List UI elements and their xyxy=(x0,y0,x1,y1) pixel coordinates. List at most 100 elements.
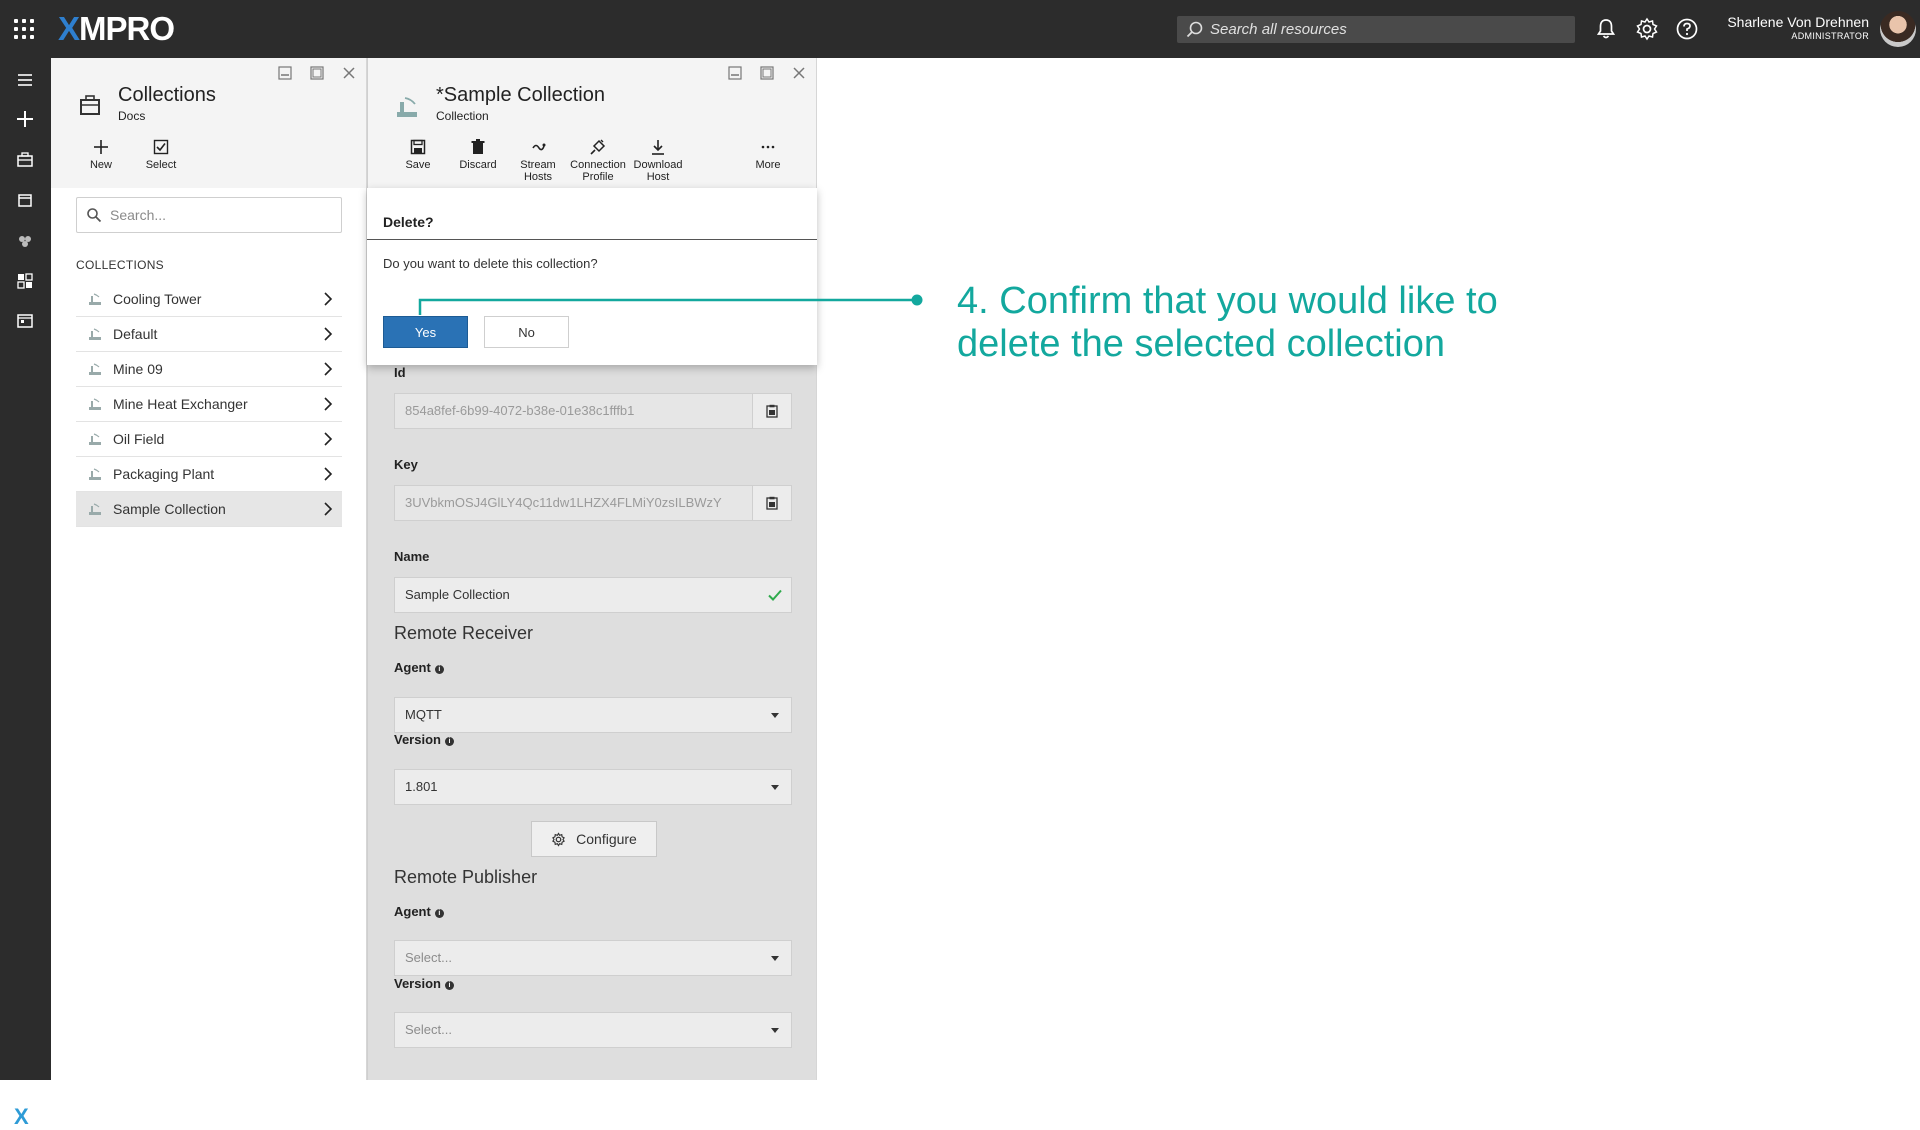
collections-panel-header: Collections Docs New Select xyxy=(51,58,366,188)
calendar-icon[interactable] xyxy=(13,188,37,212)
info-icon: i xyxy=(444,981,454,990)
annotation-line-2: delete the selected collection xyxy=(957,323,1445,365)
publisher-agent-label: Agent i xyxy=(394,904,444,919)
dropdown-caret-icon xyxy=(771,1028,779,1033)
receiver-agent-select[interactable]: MQTT xyxy=(394,697,792,733)
collections-window-controls xyxy=(276,64,358,82)
name-field[interactable]: Sample Collection xyxy=(394,577,792,613)
list-item[interactable]: Cooling Tower xyxy=(76,282,342,317)
plus-icon xyxy=(94,140,108,154)
settings-gear-icon[interactable] xyxy=(1634,16,1660,42)
collections-search[interactable] xyxy=(76,197,342,233)
save-icon xyxy=(410,139,426,155)
download-icon xyxy=(652,140,664,155)
xmpro-mini-logo: X xyxy=(14,1104,29,1129)
maximize-icon[interactable] xyxy=(758,64,776,82)
list-item[interactable]: Default xyxy=(76,317,342,352)
info-icon: i xyxy=(434,665,444,674)
notification-bell-icon[interactable] xyxy=(1593,16,1619,42)
receiver-agent-label: Agent i xyxy=(394,660,444,675)
dropdown-caret-icon xyxy=(771,956,779,961)
connection-profile-button[interactable]: Connection Profile xyxy=(568,138,628,183)
valid-check-icon xyxy=(768,589,782,601)
apps-window-icon[interactable] xyxy=(13,309,37,333)
info-icon: i xyxy=(444,737,454,746)
select-button[interactable]: Select xyxy=(131,138,191,171)
configure-button[interactable]: Configure xyxy=(531,821,657,857)
info-icon: i xyxy=(434,909,444,918)
yes-button[interactable]: Yes xyxy=(383,316,468,348)
save-button[interactable]: Save xyxy=(388,138,448,171)
close-icon[interactable] xyxy=(340,64,358,82)
chevron-right-icon xyxy=(324,467,333,481)
stream-hosts-button[interactable]: Stream Hosts xyxy=(508,138,568,183)
receiver-version-label: Version i xyxy=(394,732,454,747)
search-placeholder: Search all resources xyxy=(1210,21,1347,38)
collection-item-icon xyxy=(89,293,101,305)
global-search-input[interactable]: Search all resources xyxy=(1177,16,1575,43)
no-button[interactable]: No xyxy=(484,316,569,348)
list-item[interactable]: Oil Field xyxy=(76,422,342,457)
search-icon xyxy=(1186,21,1203,37)
dashboard-icon[interactable] xyxy=(13,269,37,293)
maximize-icon[interactable] xyxy=(308,64,326,82)
menu-icon[interactable] xyxy=(13,68,37,92)
collections-search-input[interactable] xyxy=(110,207,310,223)
minimize-icon[interactable] xyxy=(276,64,294,82)
collections-icon[interactable] xyxy=(13,148,37,172)
id-field[interactable]: 854a8fef-6b99-4072-b38e-01e38c1fffb1 xyxy=(394,393,753,429)
annotation-line-1: 4. Confirm that you would like to xyxy=(957,280,1498,322)
gear-icon xyxy=(552,831,566,847)
minimize-icon[interactable] xyxy=(726,64,744,82)
close-icon[interactable] xyxy=(790,64,808,82)
app-launcher-icon[interactable] xyxy=(14,19,34,39)
collection-item-icon xyxy=(89,433,101,445)
collections-title: Collections xyxy=(118,84,216,106)
new-button[interactable]: New xyxy=(71,138,131,171)
user-menu[interactable]: Sharlene Von Drehnen ADMINISTRATOR xyxy=(1727,14,1869,41)
collection-item-icon xyxy=(89,468,101,480)
clipboard-icon xyxy=(766,496,778,510)
list-item[interactable]: Mine Heat Exchanger xyxy=(76,387,342,422)
add-icon[interactable] xyxy=(13,107,37,131)
xmpro-logo[interactable]: XMPRO xyxy=(58,10,175,48)
copy-id-button[interactable] xyxy=(752,393,792,429)
publisher-version-select[interactable]: Select... xyxy=(394,1012,792,1048)
detail-panel-header: *Sample Collection Collection Save Disca… xyxy=(368,58,816,188)
checkbox-icon xyxy=(153,139,169,155)
dialog-title: Delete? xyxy=(367,188,817,240)
collections-list: Cooling Tower Default Mine 09 Mine Heat … xyxy=(76,282,342,527)
plug-icon xyxy=(590,139,606,155)
dropdown-caret-icon xyxy=(771,785,779,790)
receiver-version-select[interactable]: 1.801 xyxy=(394,769,792,805)
id-label: Id xyxy=(394,365,406,380)
list-item[interactable]: Mine 09 xyxy=(76,352,342,387)
download-host-button[interactable]: Download Host xyxy=(628,138,688,183)
dialog-message: Do you want to delete this collection? xyxy=(383,256,598,271)
help-icon[interactable] xyxy=(1674,16,1700,42)
more-button[interactable]: More xyxy=(738,138,798,171)
avatar[interactable] xyxy=(1880,11,1916,47)
collection-item-icon xyxy=(89,503,101,515)
chevron-right-icon xyxy=(324,327,333,341)
search-icon xyxy=(87,208,102,223)
stream-hosts-icon xyxy=(532,143,546,151)
left-nav-rail: X xyxy=(0,58,51,1129)
publisher-agent-select[interactable]: Select... xyxy=(394,940,792,976)
data-streams-icon[interactable] xyxy=(13,229,37,253)
detail-window-controls xyxy=(726,64,808,82)
more-dots-icon xyxy=(761,145,775,149)
list-item[interactable]: Packaging Plant xyxy=(76,457,342,492)
collections-section-label: COLLECTIONS xyxy=(76,258,164,272)
annotation-callout: 4. Confirm that you would like to delete… xyxy=(957,280,1677,366)
discard-button[interactable]: Discard xyxy=(448,138,508,171)
key-field[interactable]: 3UVbkmOSJ4GlLY4Qc11dw1LHZX4FLMiY0zsILBWz… xyxy=(394,485,753,521)
chevron-right-icon xyxy=(324,362,333,376)
list-item-selected[interactable]: Sample Collection xyxy=(76,492,342,527)
collection-type-icon xyxy=(397,97,417,117)
collection-item-icon xyxy=(89,328,101,340)
publisher-version-label: Version i xyxy=(394,976,454,991)
top-bar: XMPRO Search all resources Sharlene Von … xyxy=(0,0,1920,58)
copy-key-button[interactable] xyxy=(752,485,792,521)
user-role: ADMINISTRATOR xyxy=(1791,31,1869,41)
